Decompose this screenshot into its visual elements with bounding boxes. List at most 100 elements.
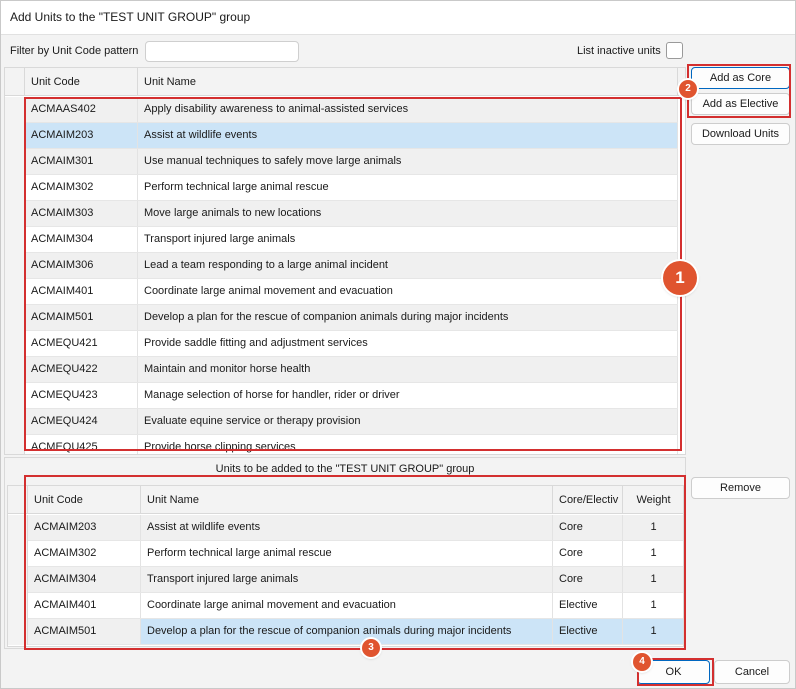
unit-code-cell: ACMEQU423	[25, 383, 138, 408]
table-row[interactable]: ACMAIM302 Perform technical large animal …	[8, 541, 683, 567]
unit-name-cell: Provide saddle fitting and adjustment se…	[138, 331, 678, 356]
table-row[interactable]: ACMAIM203 Assist at wildlife events Core 1	[8, 515, 683, 541]
table-row[interactable]: ACMEQU422 Maintain and monitor horse heal…	[5, 357, 678, 383]
row-header[interactable]	[5, 123, 25, 149]
unit-name-cell: Maintain and monitor horse health	[138, 357, 678, 382]
inactive-units-checkbox[interactable]	[666, 42, 683, 59]
unit-name-cell: Perform technical large animal rescue	[141, 541, 553, 566]
unit-code-cell: ACMAIM302	[25, 175, 138, 200]
unit-code-cell: ACMAIM304	[28, 567, 141, 592]
unit-code-cell: ACMAAS402	[25, 97, 138, 122]
callout-badge-3: 3	[362, 639, 380, 657]
table-row[interactable]: ACMAIM501 Develop a plan for the rescue o…	[5, 305, 678, 331]
table-row[interactable]: ACMEQU421 Provide saddle fitting and adju…	[5, 331, 678, 357]
column-header-core-elective[interactable]: Core/Electiv	[553, 486, 623, 514]
callout-badge-2: 2	[679, 80, 697, 98]
units-to-add-grid: Unit Code Unit Name Core/Electiv Weight …	[7, 485, 684, 647]
weight-cell: 1	[623, 515, 683, 540]
unit-code-cell: ACMAIM401	[28, 593, 141, 618]
unit-name-cell: Develop a plan for the rescue of compani…	[138, 305, 678, 330]
add-as-core-button[interactable]: Add as Core	[691, 67, 790, 89]
add-units-dialog: Add Units to the "TEST UNIT GROUP" group…	[0, 0, 796, 689]
column-header-unit-code[interactable]: Unit Code	[28, 486, 141, 514]
table-row[interactable]: ACMAIM304 Transport injured large animals	[5, 227, 678, 253]
row-header-corner	[8, 486, 28, 514]
row-header[interactable]	[5, 383, 25, 409]
row-header[interactable]	[5, 175, 25, 201]
filter-input[interactable]	[145, 41, 299, 62]
unit-code-cell: ACMEQU422	[25, 357, 138, 382]
weight-cell: 1	[623, 619, 683, 644]
row-header[interactable]	[5, 435, 25, 454]
table-row[interactable]: ACMAIM304 Transport injured large animals…	[8, 567, 683, 593]
unit-code-cell: ACMAIM303	[25, 201, 138, 226]
unit-code-cell: ACMAIM302	[28, 541, 141, 566]
unit-code-cell: ACMEQU421	[25, 331, 138, 356]
table-row[interactable]: ACMAIM306 Lead a team responding to a lar…	[5, 253, 678, 279]
unit-name-cell: Evaluate equine service or therapy provi…	[138, 409, 678, 434]
table-row[interactable]: ACMAIM203 Assist at wildlife events	[5, 123, 678, 149]
available-units-grid: Unit Code Unit Name ACMAAS402 Apply disab…	[4, 67, 686, 455]
table-row[interactable]: ACMAIM401 Coordinate large animal movemen…	[5, 279, 678, 305]
table-row[interactable]: ACMEQU424 Evaluate equine service or ther…	[5, 409, 678, 435]
unit-code-cell: ACMAIM501	[28, 619, 141, 644]
row-header[interactable]	[5, 305, 25, 331]
row-header[interactable]	[5, 409, 25, 435]
table-row[interactable]: ACMAIM301 Use manual techniques to safely…	[5, 149, 678, 175]
unit-name-cell: Coordinate large animal movement and eva…	[138, 279, 678, 304]
unit-name-cell: Develop a plan for the rescue of compani…	[141, 619, 553, 644]
add-as-elective-button[interactable]: Add as Elective	[691, 93, 790, 115]
row-header[interactable]	[5, 227, 25, 253]
row-header[interactable]	[5, 357, 25, 383]
weight-cell: 1	[623, 593, 683, 618]
unit-code-cell: ACMEQU425	[25, 435, 138, 454]
table-row[interactable]: ACMAIM303 Move large animals to new locat…	[5, 201, 678, 227]
window-title: Add Units to the "TEST UNIT GROUP" group	[10, 10, 251, 24]
unit-code-cell: ACMAIM304	[25, 227, 138, 252]
unit-code-cell: ACMAIM306	[25, 253, 138, 278]
unit-code-cell: ACMAIM401	[25, 279, 138, 304]
unit-name-cell: Manage selection of horse for handler, r…	[138, 383, 678, 408]
unit-code-cell: ACMAIM501	[25, 305, 138, 330]
unit-name-cell: Move large animals to new locations	[138, 201, 678, 226]
column-header-weight[interactable]: Weight	[623, 486, 683, 514]
row-header[interactable]	[5, 149, 25, 175]
row-header[interactable]	[5, 253, 25, 279]
core-elective-cell: Elective	[553, 593, 623, 618]
units-to-add-title: Units to be added to the "TEST UNIT GROU…	[215, 463, 475, 475]
inactive-units-label: List inactive units	[577, 45, 661, 57]
table-row[interactable]: ACMEQU425 Provide horse clipping services	[5, 435, 678, 454]
table-row[interactable]: ACMAIM501 Develop a plan for the rescue o…	[8, 619, 683, 645]
unit-code-cell: ACMAIM203	[25, 123, 138, 148]
row-header[interactable]	[8, 541, 28, 567]
row-header[interactable]	[8, 515, 28, 541]
callout-badge-1: 1	[663, 261, 697, 295]
row-header[interactable]	[5, 279, 25, 305]
row-header[interactable]	[5, 331, 25, 357]
row-header[interactable]	[8, 567, 28, 593]
row-header[interactable]	[8, 619, 28, 645]
unit-name-cell: Coordinate large animal movement and eva…	[141, 593, 553, 618]
remove-button[interactable]: Remove	[691, 477, 790, 499]
unit-name-cell: Assist at wildlife events	[138, 123, 678, 148]
unit-name-cell: Lead a team responding to a large animal…	[138, 253, 678, 278]
column-header-unit-name[interactable]: Unit Name	[138, 68, 678, 96]
column-header-unit-code[interactable]: Unit Code	[25, 68, 138, 96]
table-row[interactable]: ACMAAS402 Apply disability awareness to a…	[5, 97, 678, 123]
table-row[interactable]: ACMAIM302 Perform technical large animal …	[5, 175, 678, 201]
available-units-header: Unit Code Unit Name	[5, 68, 685, 96]
unit-name-cell: Provide horse clipping services	[138, 435, 678, 454]
row-header[interactable]	[5, 97, 25, 123]
row-header[interactable]	[8, 593, 28, 619]
weight-cell: 1	[623, 567, 683, 592]
cancel-button[interactable]: Cancel	[714, 660, 790, 684]
column-header-unit-name[interactable]: Unit Name	[141, 486, 553, 514]
unit-name-cell: Perform technical large animal rescue	[138, 175, 678, 200]
unit-code-cell: ACMAIM301	[25, 149, 138, 174]
table-row[interactable]: ACMEQU423 Manage selection of horse for h…	[5, 383, 678, 409]
table-row[interactable]: ACMAIM401 Coordinate large animal movemen…	[8, 593, 683, 619]
download-units-button[interactable]: Download Units	[691, 123, 790, 145]
row-header[interactable]	[5, 201, 25, 227]
core-elective-cell: Core	[553, 541, 623, 566]
units-to-add-header: Unit Code Unit Name Core/Electiv Weight	[8, 486, 683, 514]
